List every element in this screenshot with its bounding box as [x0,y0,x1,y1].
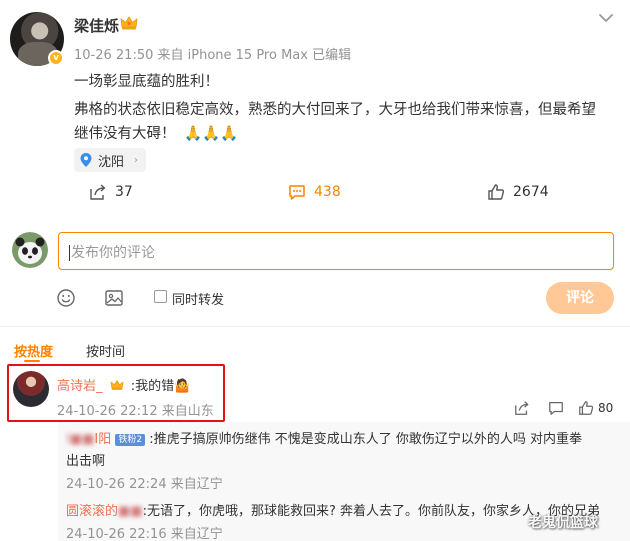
share-icon[interactable] [514,400,530,416]
thumbs-up-icon [488,184,505,200]
chevron-right-icon: › [134,154,139,166]
comment-input[interactable]: 发布你的评论 [58,232,614,270]
reply-author[interactable]: 圆滚滚的■■ [66,504,143,519]
repost-count: 37 [115,184,133,200]
redacted-name-part: Ⅰ■■ [66,432,95,447]
post-text-line-3: 继伟没有大碍！ 🙏🙏🙏 [74,122,238,143]
tab-sort-hot[interactable]: 按热度 [14,341,53,360]
commenter-avatar[interactable] [13,371,49,407]
post-text-line-3-text: 继伟没有大碍！ [74,126,176,142]
reply-meta: 24-10-26 22:16 来自辽宁 [66,527,223,541]
emoji-icon[interactable] [56,288,76,308]
thumbs-up-icon [579,401,594,415]
location-pin-icon [80,153,92,167]
location-label: 沈阳 [98,154,125,170]
reply-author[interactable]: Ⅰ■■I阳 [66,432,111,447]
verified-badge-icon: v [48,50,64,66]
redacted-name-part: ■■ [118,504,143,519]
reply-icon[interactable] [548,400,564,416]
comment-like-button[interactable]: 80 [578,400,613,416]
reply-text: :推虎子搞原帅伤继伟 不愧是变成山东人了 你敢伤辽宁以外的人吗 对内重拳 [149,432,583,447]
submit-comment-button[interactable]: 评论 [546,282,614,314]
comment-count: 438 [314,184,341,200]
repost-checkbox[interactable] [154,290,167,303]
share-icon [90,184,106,200]
comment-input-placeholder: 发布你的评论 [71,245,155,261]
comment-text: :我的错🤷 [130,379,191,394]
tab-sort-time[interactable]: 按时间 [86,341,125,360]
post-text-line-1: 一场彰显底蕴的胜利！ [74,74,219,90]
active-tab-indicator [24,360,40,362]
section-divider [0,326,630,327]
comment-icon [289,185,305,200]
location-chip[interactable]: 沈阳 › [74,148,147,172]
post-text-line-2: 弗格的状态依旧稳定高效，熟悉的大付回来了，大牙也给我们带来惊喜，但最希望 [74,102,596,118]
reply-meta: 24-10-26 22:24 来自辽宁 [66,477,223,492]
reply-line: Ⅰ■■I阳 铁粉2 :推虎子搞原帅伤继伟 不愧是变成山东人了 你敢伤辽宁以外的人… [66,428,582,447]
comment-button[interactable]: 438 [288,183,341,201]
text-caret [69,245,70,261]
watermark-text: 老鬼侃篮球 [528,515,598,531]
post-meta: 10-26 21:50 来自 iPhone 15 Pro Max 已编辑 [74,48,352,63]
pray-emoji-icon: 🙏🙏🙏 [184,126,239,142]
fan-badge: 铁粉2 [115,433,146,446]
user-avatar[interactable] [12,232,48,268]
like-button[interactable]: 2674 [487,183,549,201]
repost-button[interactable]: 37 [89,183,133,201]
comment-like-count: 80 [598,401,614,415]
author-name[interactable]: 梁佳烁 [74,15,119,36]
reply-text-continued: 出击啊 [66,454,106,469]
image-icon[interactable] [104,288,124,308]
reply-line: 圆滚滚的■■:无语了，你虎哦，那球能救回来? 奔着人去了。你前队友，你家乡人，你… [66,500,600,519]
comment-line: 高诗岩_ :我的错🤷 [57,375,190,394]
comment-meta: 24-10-26 22:12 来自山东 [57,404,214,419]
commenter-name[interactable]: 高诗岩_ [57,379,103,394]
like-count: 2674 [513,184,549,200]
chevron-down-icon[interactable] [598,12,614,24]
repost-checkbox-label[interactable]: 同时转发 [172,289,224,308]
crown-icon [110,379,123,390]
crown-icon [120,16,138,30]
